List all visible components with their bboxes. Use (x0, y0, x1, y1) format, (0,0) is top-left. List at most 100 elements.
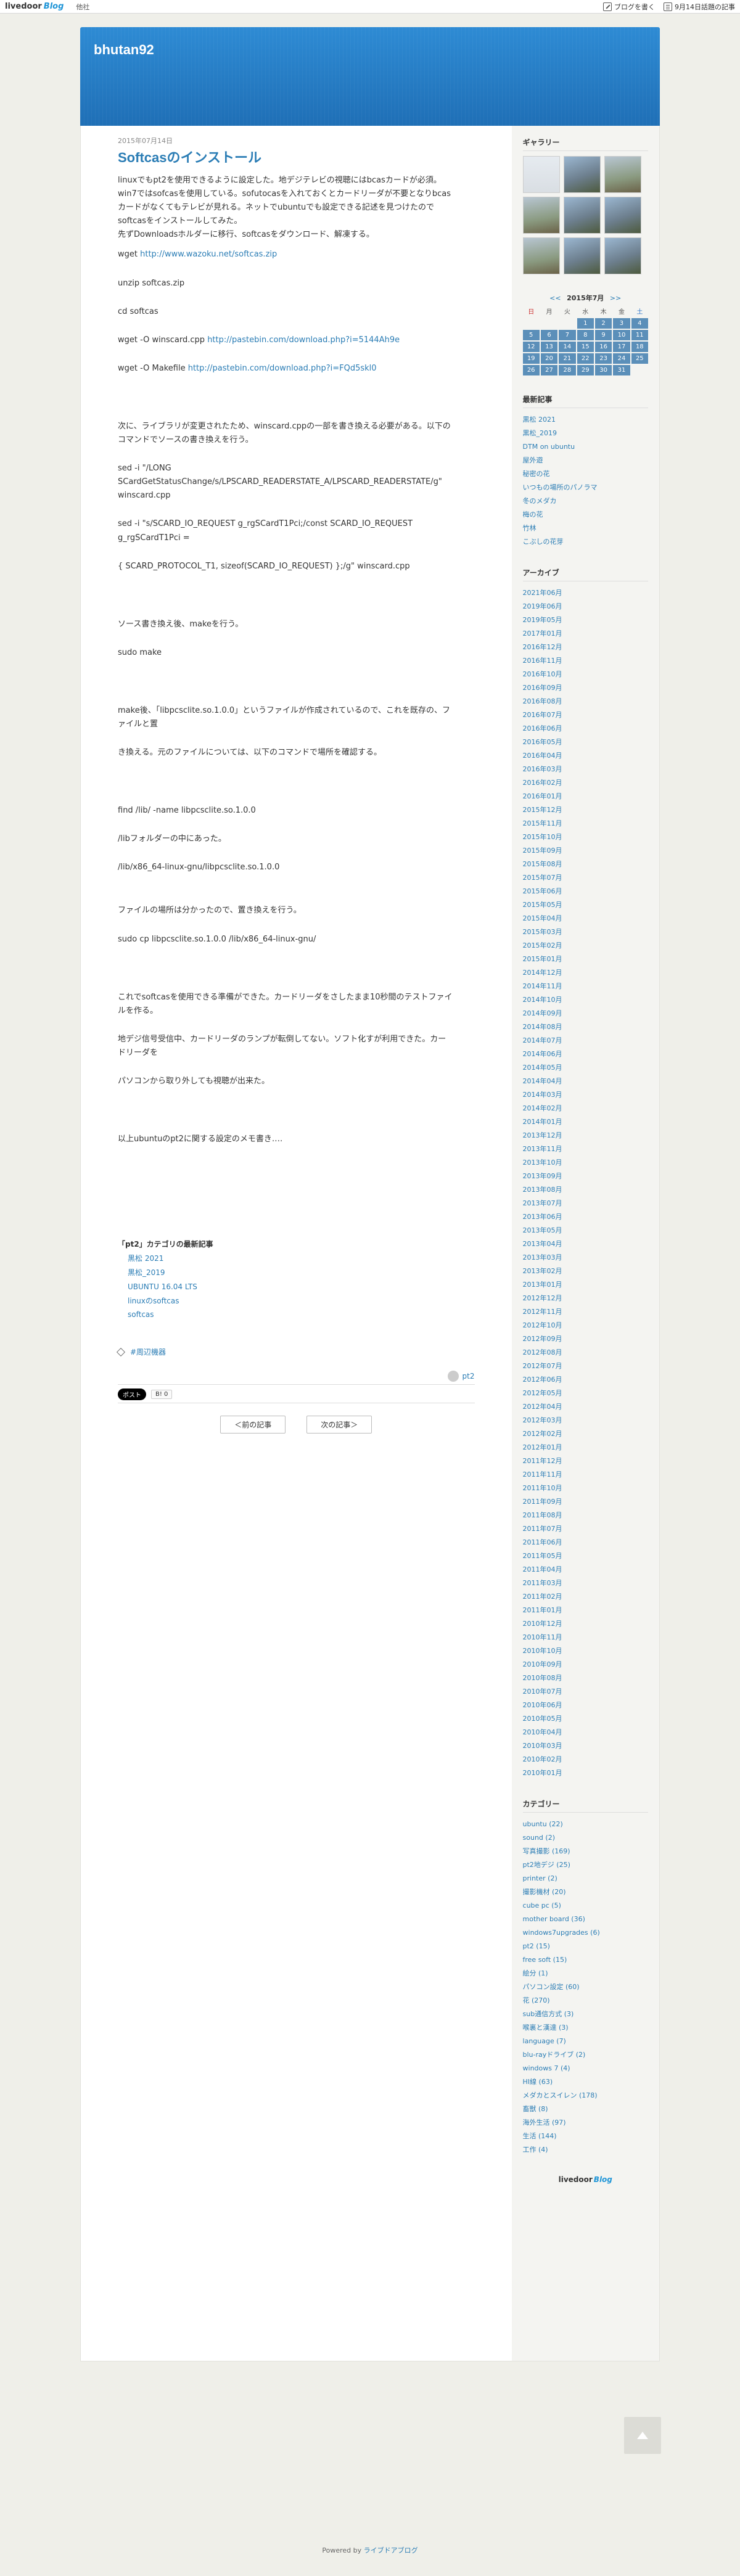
archive-link[interactable]: 2015年10月 (523, 833, 562, 841)
category-link[interactable]: 写真撮影 (169) (523, 1847, 570, 1855)
gallery-photo[interactable] (604, 197, 641, 234)
makefile-link[interactable]: http://pastebin.com/download.php?i=FQd5s… (188, 364, 377, 373)
category-link[interactable]: mother board (36) (523, 1915, 585, 1923)
write-blog-link[interactable]: ブログを書く (603, 2, 655, 12)
winscard-link[interactable]: http://pastebin.com/download.php?i=5144A… (207, 335, 400, 345)
category-link[interactable]: free soft (15) (523, 1956, 567, 1964)
category-link[interactable]: パソコン設定 (60) (523, 1983, 580, 1991)
calendar-day[interactable]: 6 (540, 330, 558, 340)
gallery-photo[interactable] (563, 197, 601, 234)
archive-link[interactable]: 2011年12月 (523, 1457, 562, 1465)
category-link[interactable]: blu-rayドライブ (2) (523, 2051, 586, 2059)
archive-link[interactable]: 2014年02月 (523, 1104, 562, 1112)
archive-link[interactable]: 2012年09月 (523, 1335, 562, 1343)
archive-link[interactable]: 2013年08月 (523, 1186, 562, 1194)
archive-link[interactable]: 2010年05月 (523, 1715, 562, 1723)
archive-link[interactable]: 2013年05月 (523, 1226, 562, 1234)
archive-link[interactable]: 2011年07月 (523, 1525, 562, 1533)
calendar-day[interactable]: 10 (613, 330, 630, 340)
archive-link[interactable]: 2021年06月 (523, 589, 562, 597)
archive-link[interactable]: 2014年12月 (523, 969, 562, 977)
recent-link[interactable]: 屋外遊 (523, 456, 543, 464)
archive-link[interactable]: 2011年11月 (523, 1471, 562, 1479)
gallery-photo[interactable] (563, 237, 601, 274)
calendar-day[interactable]: 31 (613, 365, 630, 375)
calendar-day[interactable]: 30 (594, 365, 612, 375)
archive-link[interactable]: 2013年10月 (523, 1159, 562, 1167)
category-link[interactable]: cube pc (5) (523, 1901, 561, 1909)
archive-link[interactable]: 2015年09月 (523, 847, 562, 855)
recent-link[interactable]: 秘密の花 (523, 470, 550, 478)
archive-link[interactable]: 2011年10月 (523, 1484, 562, 1492)
softcas-zip-link[interactable]: http://www.wazoku.net/softcas.zip (140, 250, 277, 259)
archive-link[interactable]: 2013年01月 (523, 1281, 562, 1289)
calendar-day[interactable]: 14 (559, 342, 576, 352)
related-item[interactable]: softcas (128, 1310, 154, 1319)
archive-link[interactable]: 2014年06月 (523, 1050, 562, 1058)
archive-link[interactable]: 2016年02月 (523, 779, 562, 787)
archive-link[interactable]: 2016年01月 (523, 792, 562, 800)
calendar-day[interactable]: 27 (540, 365, 558, 375)
archive-link[interactable]: 2011年04月 (523, 1565, 562, 1573)
archive-link[interactable]: 2012年02月 (523, 1430, 562, 1438)
category-link[interactable]: sub通信方式 (3) (523, 2010, 574, 2018)
archive-link[interactable]: 2010年04月 (523, 1728, 562, 1736)
archive-link[interactable]: 2016年09月 (523, 684, 562, 692)
archive-link[interactable]: 2012年10月 (523, 1321, 562, 1329)
archive-link[interactable]: 2012年12月 (523, 1294, 562, 1302)
archive-link[interactable]: 2016年12月 (523, 643, 562, 651)
archive-link[interactable]: 2011年08月 (523, 1511, 562, 1519)
recent-link[interactable]: 竹林 (523, 524, 536, 532)
archive-link[interactable]: 2015年05月 (523, 901, 562, 909)
recent-link[interactable]: 梅の花 (523, 511, 543, 519)
calendar-day[interactable]: 7 (559, 330, 576, 340)
archive-link[interactable]: 2014年07月 (523, 1036, 562, 1044)
calendar-day[interactable]: 16 (594, 342, 612, 352)
archive-link[interactable]: 2015年12月 (523, 806, 562, 814)
archive-link[interactable]: 2014年01月 (523, 1118, 562, 1126)
archive-link[interactable]: 2010年07月 (523, 1688, 562, 1696)
x-post-button[interactable]: ポスト (118, 1388, 146, 1401)
recent-link[interactable]: DTM on ubuntu (523, 443, 575, 451)
recent-link[interactable]: 冬のメダカ (523, 497, 557, 505)
archive-link[interactable]: 2014年10月 (523, 996, 562, 1004)
archive-link[interactable]: 2015年08月 (523, 860, 562, 868)
archive-link[interactable]: 2012年06月 (523, 1376, 562, 1384)
archive-link[interactable]: 2012年01月 (523, 1443, 562, 1451)
archive-link[interactable]: 2013年09月 (523, 1172, 562, 1180)
archive-link[interactable]: 2012年03月 (523, 1416, 562, 1424)
category-link[interactable]: 畜獣 (8) (523, 2105, 548, 2113)
calendar-day[interactable]: 19 (522, 353, 540, 364)
calendar-day[interactable]: 1 (577, 318, 594, 329)
category-link[interactable]: 生活 (144) (523, 2132, 557, 2140)
archive-link[interactable]: 2014年08月 (523, 1023, 562, 1031)
category-link[interactable]: windows 7 (4) (523, 2064, 570, 2072)
archive-link[interactable]: 2016年04月 (523, 752, 562, 760)
calendar-day[interactable]: 12 (522, 342, 540, 352)
recent-link[interactable]: こぶしの花芽 (523, 538, 564, 546)
today-article-link[interactable]: 9月14日話題の記事 (664, 2, 735, 12)
footer-logo[interactable]: livedoor Blog (523, 2175, 648, 2184)
calendar-day[interactable]: 18 (631, 342, 648, 352)
gallery-photo[interactable] (563, 156, 601, 193)
calendar-prev[interactable]: << (549, 294, 561, 302)
archive-link[interactable]: 2011年03月 (523, 1579, 562, 1587)
archive-link[interactable]: 2015年07月 (523, 874, 562, 882)
archive-link[interactable]: 2012年07月 (523, 1362, 562, 1370)
archive-link[interactable]: 2015年02月 (523, 941, 562, 950)
archive-link[interactable]: 2016年03月 (523, 765, 562, 773)
archive-link[interactable]: 2013年04月 (523, 1240, 562, 1248)
archive-link[interactable]: 2010年01月 (523, 1769, 562, 1777)
archive-link[interactable]: 2010年08月 (523, 1674, 562, 1682)
archive-link[interactable]: 2015年01月 (523, 955, 562, 963)
category-link[interactable]: HI線 (63) (523, 2078, 553, 2086)
calendar-day[interactable]: 3 (613, 318, 630, 329)
archive-link[interactable]: 2010年12月 (523, 1620, 562, 1628)
archive-link[interactable]: 2011年05月 (523, 1552, 562, 1560)
archive-link[interactable]: 2012年08月 (523, 1348, 562, 1356)
category-link[interactable]: ubuntu (22) (523, 1820, 563, 1828)
category-link[interactable]: pt2地デジ (25) (523, 1861, 570, 1869)
category-link[interactable]: pt2 (462, 1372, 475, 1380)
archive-link[interactable]: 2014年09月 (523, 1009, 562, 1017)
archive-link[interactable]: 2013年11月 (523, 1145, 562, 1153)
